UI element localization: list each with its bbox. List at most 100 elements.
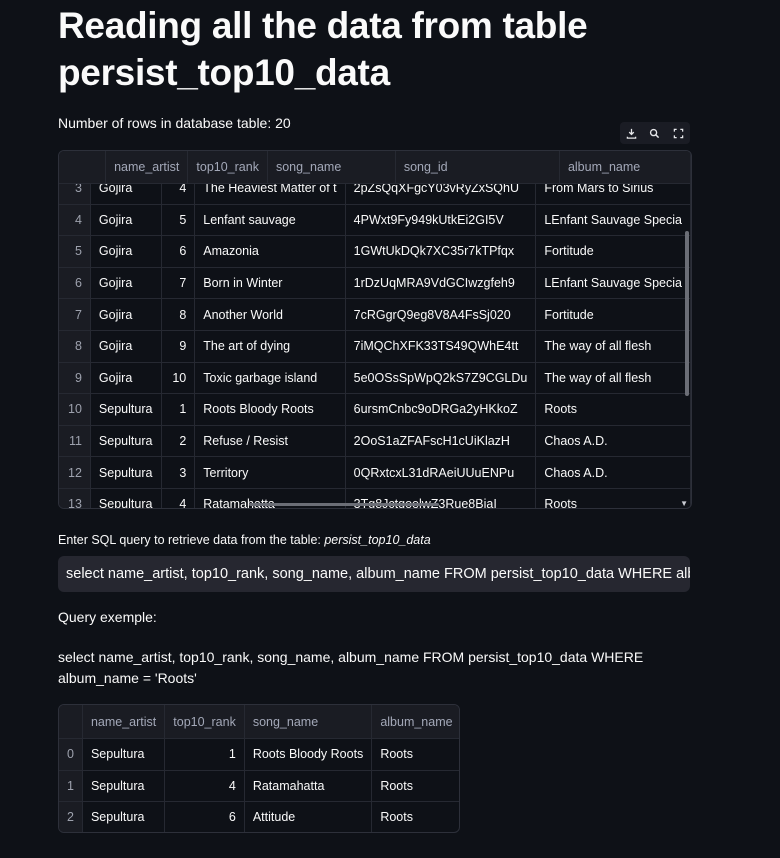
cell-song-id[interactable]: 0QRxtcxL31dRAeiUUuENPu bbox=[345, 456, 537, 489]
table-row[interactable]: 6 Gojira 7 Born in Winter 1rDzUqMRA9VdGCIwzg… bbox=[59, 267, 691, 300]
column-header-name-artist[interactable]: name_artist bbox=[82, 705, 166, 739]
cell-name-artist[interactable]: Sepultura bbox=[90, 488, 162, 508]
table-row[interactable]: 4 Gojira 5 Lenfant sauvage 4PWxt9Fy949kUtkEi… bbox=[59, 204, 691, 237]
cell-album-name[interactable]: Roots bbox=[371, 738, 459, 771]
table-row[interactable]: 2 Sepultura 6 Attitude Roots bbox=[59, 801, 459, 832]
cell-song-id[interactable]: 6ursmCnbc9oDRGa2yHKkoZ bbox=[345, 393, 537, 426]
cell-name-artist[interactable]: Sepultura bbox=[90, 425, 162, 458]
cell-album-name[interactable]: Chaos A.D. bbox=[535, 456, 691, 489]
cell-album-name[interactable]: The way of all flesh bbox=[535, 330, 691, 363]
column-header-top10-rank[interactable]: top10_rank bbox=[164, 705, 245, 739]
cell-album-name[interactable]: The way of all flesh bbox=[535, 362, 691, 395]
row-count-text: Number of rows in database table: 20 bbox=[58, 115, 291, 131]
result-table[interactable]: name_artist top10_rank song_name album_name… bbox=[58, 704, 460, 833]
column-header-album-name[interactable]: album_name bbox=[559, 151, 691, 184]
cell-song-id[interactable]: 2OoS1aZFAFscH1cUiKlazH bbox=[345, 425, 537, 458]
cell-name-artist[interactable]: Gojira bbox=[90, 235, 162, 268]
table-row[interactable]: 11 Sepultura 2 Refuse / Resist 2OoS1aZFAFscH… bbox=[59, 425, 691, 458]
data-table[interactable]: name_artist top10_rank song_name song_id alb… bbox=[58, 150, 692, 509]
table-row[interactable]: 0 Sepultura 1 Roots Bloody Roots Roots bbox=[59, 738, 459, 771]
cell-name-artist[interactable]: Gojira bbox=[90, 184, 162, 205]
cell-song-id[interactable]: 7cRGgrQ9eg8V8A4FsSj020 bbox=[345, 298, 537, 331]
cell-top10-rank[interactable]: 3 bbox=[161, 456, 196, 489]
table-row[interactable]: 5 Gojira 6 Amazonia 1GWtUkDQk7XC35r7kTPfqx Fo… bbox=[59, 235, 691, 268]
cell-name-artist[interactable]: Sepultura bbox=[82, 770, 166, 802]
table-row[interactable]: 12 Sepultura 3 Territory 0QRxtcxL31dRAeiUUuE… bbox=[59, 456, 691, 489]
cell-album-name[interactable]: Roots bbox=[535, 393, 691, 426]
cell-album-name[interactable]: LEnfant Sauvage Specia bbox=[535, 204, 691, 237]
cell-song-name[interactable]: The Heaviest Matter of t bbox=[194, 184, 346, 205]
cell-album-name[interactable]: Fortitude bbox=[535, 235, 691, 268]
cell-song-name[interactable]: Roots Bloody Roots bbox=[194, 393, 346, 426]
cell-name-artist[interactable]: Gojira bbox=[90, 362, 162, 395]
table-row[interactable]: 3 Gojira 4 The Heaviest Matter of t 2pZsQqXF… bbox=[59, 184, 691, 205]
cell-song-name[interactable]: The art of dying bbox=[194, 330, 346, 363]
cell-song-name[interactable]: Born in Winter bbox=[194, 267, 346, 300]
cell-song-name[interactable]: Refuse / Resist bbox=[194, 425, 346, 458]
cell-top10-rank[interactable]: 9 bbox=[161, 330, 196, 363]
sql-query-input[interactable]: select name_artist, top10_rank, song_nam… bbox=[58, 556, 690, 592]
cell-top10-rank[interactable]: 5 bbox=[161, 204, 196, 237]
cell-album-name[interactable]: Roots bbox=[371, 770, 459, 802]
cell-name-artist[interactable]: Gojira bbox=[90, 298, 162, 331]
download-icon[interactable] bbox=[625, 126, 639, 140]
cell-song-id[interactable]: 1GWtUkDQk7XC35r7kTPfqx bbox=[345, 235, 537, 268]
cell-name-artist[interactable]: Gojira bbox=[90, 267, 162, 300]
cell-top10-rank[interactable]: 10 bbox=[161, 362, 196, 395]
cell-song-id[interactable]: 1rDzUqMRA9VdGCIwzgfeh9 bbox=[345, 267, 537, 300]
cell-song-id[interactable]: 2pZsQqXFgcY03vRyZxSQhU bbox=[345, 184, 537, 205]
result-table-grid: name_artist top10_rank song_name album_name… bbox=[59, 705, 459, 832]
cell-album-name[interactable]: Fortitude bbox=[535, 298, 691, 331]
cell-top10-rank[interactable]: 1 bbox=[164, 738, 245, 771]
cell-song-id[interactable]: 7iMQChXFK33TS49QWhE4tt bbox=[345, 330, 537, 363]
vertical-scrollbar[interactable] bbox=[685, 231, 689, 396]
column-header-song-id[interactable]: song_id bbox=[395, 151, 560, 184]
cell-top10-rank[interactable]: 4 bbox=[161, 184, 196, 205]
cell-song-name[interactable]: Another World bbox=[194, 298, 346, 331]
cell-name-artist[interactable]: Sepultura bbox=[90, 456, 162, 489]
cell-song-name[interactable]: Amazonia bbox=[194, 235, 346, 268]
scroll-corner-arrow-icon[interactable]: ▼ bbox=[680, 499, 688, 508]
column-header-song-name[interactable]: song_name bbox=[244, 705, 373, 739]
column-header-top10-rank[interactable]: top10_rank bbox=[187, 151, 268, 184]
table-row[interactable]: 8 Gojira 9 The art of dying 7iMQChXFK33TS49Q… bbox=[59, 330, 691, 363]
cell-top10-rank[interactable]: 4 bbox=[161, 488, 196, 508]
fullscreen-icon[interactable] bbox=[671, 126, 685, 140]
cell-name-artist[interactable]: Sepultura bbox=[90, 393, 162, 426]
column-header-song-name[interactable]: song_name bbox=[267, 151, 396, 184]
horizontal-scrollbar[interactable] bbox=[249, 503, 439, 506]
cell-album-name[interactable]: LEnfant Sauvage Specia bbox=[535, 267, 691, 300]
column-header-name-artist[interactable]: name_artist bbox=[105, 151, 189, 184]
row-index: 4 bbox=[59, 204, 91, 237]
cell-song-name[interactable]: Lenfant sauvage bbox=[194, 204, 346, 237]
cell-album-name[interactable]: From Mars to Sirius bbox=[535, 184, 691, 205]
table-row[interactable]: 1 Sepultura 4 Ratamahatta Roots bbox=[59, 770, 459, 802]
cell-name-artist[interactable]: Gojira bbox=[90, 204, 162, 237]
search-icon[interactable] bbox=[648, 126, 662, 140]
table-row[interactable]: 9 Gojira 10 Toxic garbage island 5e0OSsSpWpQ… bbox=[59, 362, 691, 395]
cell-song-name[interactable]: Roots Bloody Roots bbox=[244, 738, 373, 771]
cell-top10-rank[interactable]: 1 bbox=[161, 393, 196, 426]
example-label: Query exemple: bbox=[58, 609, 157, 625]
cell-top10-rank[interactable]: 7 bbox=[161, 267, 196, 300]
cell-album-name[interactable]: Chaos A.D. bbox=[535, 425, 691, 458]
cell-album-name[interactable]: Roots bbox=[371, 801, 459, 832]
table-row[interactable]: 7 Gojira 8 Another World 7cRGgrQ9eg8V8A4FsSj… bbox=[59, 298, 691, 331]
cell-song-name[interactable]: Ratamahatta bbox=[244, 770, 373, 802]
cell-album-name[interactable]: Roots bbox=[535, 488, 691, 508]
cell-top10-rank[interactable]: 6 bbox=[164, 801, 245, 832]
cell-song-id[interactable]: 5e0OSsSpWpQ2kS7Z9CGLDu bbox=[345, 362, 537, 395]
cell-top10-rank[interactable]: 8 bbox=[161, 298, 196, 331]
cell-top10-rank[interactable]: 4 bbox=[164, 770, 245, 802]
cell-name-artist[interactable]: Sepultura bbox=[82, 738, 166, 771]
cell-top10-rank[interactable]: 6 bbox=[161, 235, 196, 268]
cell-name-artist[interactable]: Sepultura bbox=[82, 801, 166, 832]
cell-song-name[interactable]: Territory bbox=[194, 456, 346, 489]
column-header-album-name[interactable]: album_name bbox=[371, 705, 459, 739]
cell-song-id[interactable]: 4PWxt9Fy949kUtkEi2GI5V bbox=[345, 204, 537, 237]
table-row[interactable]: 10 Sepultura 1 Roots Bloody Roots 6ursmCnbc9… bbox=[59, 393, 691, 426]
cell-song-name[interactable]: Toxic garbage island bbox=[194, 362, 346, 395]
cell-song-name[interactable]: Attitude bbox=[244, 801, 373, 832]
cell-top10-rank[interactable]: 2 bbox=[161, 425, 196, 458]
cell-name-artist[interactable]: Gojira bbox=[90, 330, 162, 363]
